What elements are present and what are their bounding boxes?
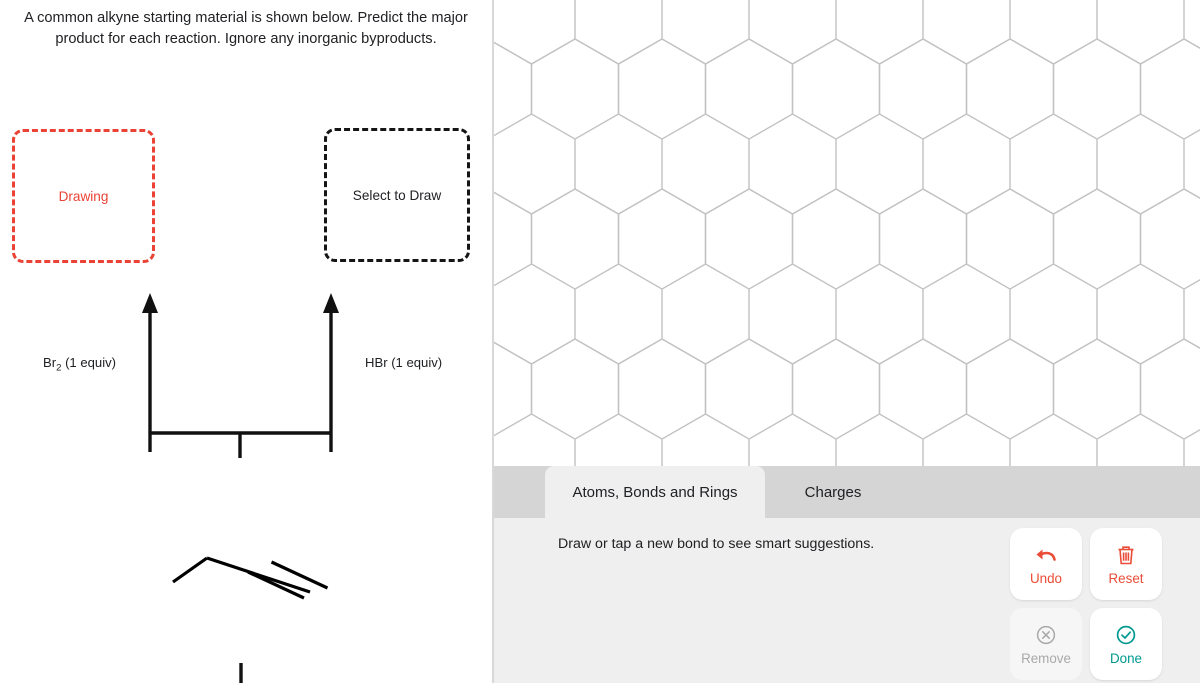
reaction-arrow-scheme (142, 293, 339, 458)
editor-tab-bar: Atoms, Bonds and Rings Charges (494, 466, 1200, 518)
done-button-label: Done (1109, 650, 1142, 666)
tab-charges[interactable]: Charges (765, 466, 901, 518)
molecule-editor-panel: Atoms, Bonds and Rings Charges Draw or t… (494, 0, 1200, 683)
undo-button-label: Undo (1029, 570, 1062, 586)
product-answer-box-2-label: Select to Draw (352, 187, 442, 203)
trash-can-icon (1116, 543, 1136, 567)
question-prompt: A common alkyne starting material is sho… (24, 10, 468, 47)
reagent-left-equiv: (1 equiv) (61, 355, 117, 370)
reagent-left-formula: Br (43, 355, 57, 370)
hexagonal-grid-canvas[interactable] (494, 0, 1200, 466)
reset-button-label: Reset (1108, 570, 1144, 586)
tab-atoms-bonds-rings[interactable]: Atoms, Bonds and Rings (545, 466, 765, 518)
tab-atoms-bonds-rings-label: Atoms, Bonds and Rings (572, 483, 738, 501)
reagent-label-right: HBr (1 equiv) (365, 355, 443, 370)
undo-arrow-icon (1034, 543, 1058, 567)
product-answer-box-1-label: Drawing (58, 188, 109, 204)
product-answer-box-1[interactable]: Drawing (12, 129, 155, 263)
chemistry-drawing-exercise: A common alkyne starting material is sho… (0, 0, 1200, 683)
smart-suggestion-hint: Draw or tap a new bond to see smart sugg… (558, 536, 875, 552)
molecule-bottom-stem (239, 663, 243, 683)
remove-button-label: Remove (1021, 650, 1071, 666)
question-panel: A common alkyne starting material is sho… (0, 0, 492, 683)
done-button[interactable]: Done (1090, 608, 1162, 680)
product-answer-box-2[interactable]: Select to Draw (324, 128, 470, 262)
editor-action-grid: Undo Reset Remove Done (1010, 528, 1162, 680)
reagent-label-left: Br2 (1 equiv) (43, 355, 116, 374)
hex-grid-svg (494, 0, 1200, 466)
editor-tool-content: Draw or tap a new bond to see smart sugg… (494, 518, 1200, 683)
remove-button[interactable]: Remove (1010, 608, 1082, 680)
alkyne-skeletal-structure (172, 556, 329, 600)
remove-circle-icon (1035, 623, 1057, 647)
undo-button[interactable]: Undo (1010, 528, 1082, 600)
tab-charges-label: Charges (804, 483, 862, 501)
check-circle-icon (1115, 623, 1137, 647)
reset-button[interactable]: Reset (1090, 528, 1162, 600)
